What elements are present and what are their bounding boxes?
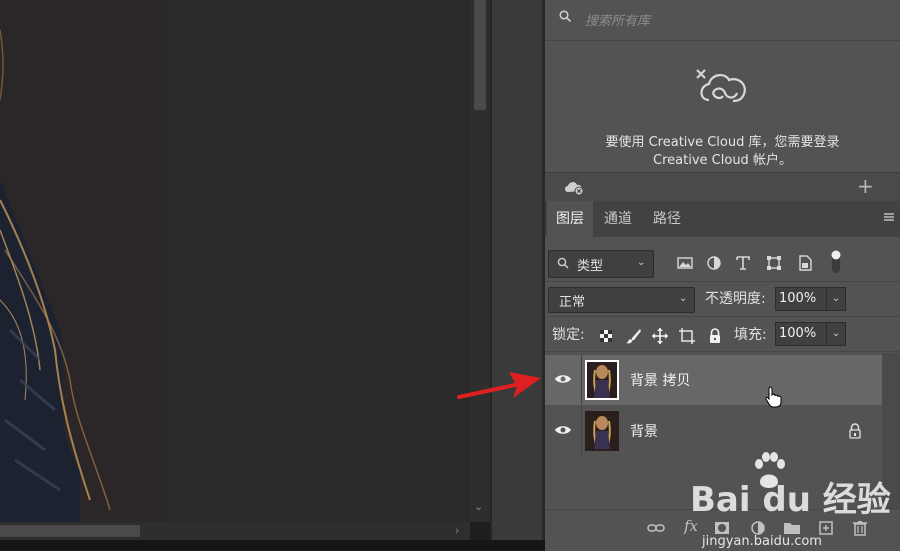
layer-thumbnail <box>585 411 619 451</box>
library-message-line2: Creative Cloud 帐户。 <box>653 153 792 168</box>
shape-layer-filter-icon[interactable] <box>764 253 784 273</box>
lock-all-icon[interactable] <box>706 327 724 345</box>
fill-input[interactable]: 100% <box>775 322 828 346</box>
opacity-dropdown-button[interactable]: ⌄ <box>826 287 846 311</box>
visibility-eye-icon[interactable] <box>554 373 572 385</box>
chevron-down-icon: ⌄ <box>679 293 688 304</box>
separator <box>545 281 900 282</box>
library-footer: + <box>545 172 900 201</box>
library-message-line1: 要使用 Creative Cloud 库，您需要登录 <box>605 135 840 150</box>
photo-image <box>0 0 162 522</box>
search-icon <box>557 257 569 269</box>
separator <box>545 351 900 352</box>
filter-toggle-icon[interactable] <box>829 249 843 275</box>
lock-label: 锁定: <box>552 327 585 343</box>
fill-label: 填充: <box>734 327 767 343</box>
layer-filter-select[interactable]: 类型 ⌄ <box>548 250 654 278</box>
panel-tab-bar: 图层 通道 路径 <box>545 201 900 237</box>
libraries-panel: 搜索所有库 要使用 Creative Cloud 库，您需要登录 Creativ… <box>545 0 900 201</box>
row-divider <box>581 355 582 405</box>
scroll-right-icon[interactable]: › <box>455 524 459 537</box>
cloud-sync-error-icon[interactable] <box>563 179 585 195</box>
layer-name[interactable]: 背景 <box>630 421 658 441</box>
fill-dropdown-button[interactable]: ⌄ <box>826 322 846 346</box>
watermark-brand: Bai du 经验 <box>690 480 891 520</box>
scroll-down-icon[interactable]: ⌄ <box>474 500 483 513</box>
row-divider <box>581 406 582 456</box>
layer-row-background[interactable]: 背景 <box>545 406 882 456</box>
library-search-bar[interactable]: 搜索所有库 <box>545 0 900 41</box>
library-search-input[interactable]: 搜索所有库 <box>585 10 650 29</box>
layer-thumbnail <box>585 360 619 400</box>
watermark-url: jingyan.baidu.com <box>702 534 822 549</box>
filter-kind-value: 类型 <box>577 259 604 274</box>
opacity-input[interactable]: 100% <box>775 287 828 311</box>
hand-cursor-icon <box>765 386 782 408</box>
vertical-scrollbar[interactable]: ⌄ <box>470 0 490 522</box>
document-canvas[interactable] <box>0 0 470 522</box>
layer-name[interactable]: 背景 拷贝 <box>630 370 690 390</box>
chevron-down-icon: ⌄ <box>637 257 646 268</box>
lock-position-icon[interactable] <box>651 327 669 345</box>
tab-channels[interactable]: 通道 <box>595 201 641 237</box>
add-library-icon[interactable]: + <box>857 174 874 198</box>
layer-row-background-copy[interactable]: 背景 拷贝 <box>545 355 882 405</box>
visibility-eye-icon[interactable] <box>554 424 572 436</box>
search-icon <box>559 10 571 22</box>
link-layers-icon[interactable] <box>647 519 665 537</box>
smart-object-filter-icon[interactable] <box>795 253 815 273</box>
creative-cloud-disconnected-icon <box>696 69 746 103</box>
pixel-layer-filter-icon[interactable] <box>675 253 695 273</box>
opacity-label: 不透明度: <box>705 291 766 307</box>
blend-mode-value: 正常 <box>559 295 586 310</box>
adjustment-layer-filter-icon[interactable] <box>704 253 724 273</box>
tab-paths[interactable]: 路径 <box>643 201 691 237</box>
horizontal-scroll-thumb[interactable] <box>0 525 140 537</box>
blend-mode-select[interactable]: 正常 ⌄ <box>548 287 695 313</box>
lock-image-pixels-icon[interactable] <box>625 327 643 345</box>
baidu-watermark: Bai du 经验 jingyan.baidu.com <box>690 452 900 549</box>
horizontal-scrollbar[interactable]: › <box>0 522 470 540</box>
vertical-scroll-thumb[interactable] <box>474 0 486 110</box>
lock-transparent-pixels-icon[interactable] <box>597 327 615 345</box>
annotation-arrow-icon <box>457 372 541 399</box>
type-layer-filter-icon[interactable] <box>733 253 753 273</box>
panel-gutter <box>490 0 544 545</box>
tab-layers[interactable]: 图层 <box>547 201 593 237</box>
panel-menu-icon[interactable] <box>883 211 895 223</box>
library-login-message: 要使用 Creative Cloud 库，您需要登录 Creative Clou… <box>545 134 900 170</box>
layer-lock-icon[interactable] <box>848 423 862 439</box>
separator <box>545 316 900 317</box>
lock-artboard-icon[interactable] <box>678 327 696 345</box>
